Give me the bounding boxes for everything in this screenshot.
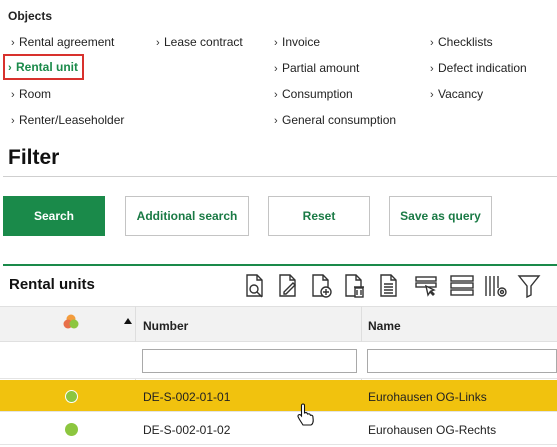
column-header-name[interactable]: Name: [368, 319, 401, 333]
link-label: Partial amount: [282, 61, 360, 75]
status-indicator: [65, 390, 78, 403]
link-label: Consumption: [282, 87, 353, 101]
chevron-right-icon: ›: [430, 89, 434, 101]
column-settings-icon[interactable]: [484, 272, 508, 300]
link-checklists[interactable]: › Checklists: [430, 35, 493, 49]
name-filter-input[interactable]: [367, 349, 557, 373]
cell-name: Eurohausen OG-Rechts: [368, 423, 497, 437]
chevron-right-icon: ›: [11, 37, 15, 49]
link-rental-unit[interactable]: › Rental unit: [3, 54, 84, 80]
chevron-right-icon: ›: [8, 62, 12, 74]
reset-button[interactable]: Reset: [268, 196, 370, 236]
table-select-icon[interactable]: [414, 272, 438, 300]
status-indicator: [65, 423, 78, 436]
link-partial-amount[interactable]: › Partial amount: [274, 61, 359, 75]
grid-header-row: [0, 306, 557, 342]
link-label: Room: [19, 87, 52, 101]
link-label: Renter/Leaseholder: [19, 113, 125, 127]
link-label: Rental agreement: [19, 35, 115, 49]
table-row[interactable]: DE-S-002-01-01 Eurohausen OG-Links: [0, 380, 557, 412]
objects-heading: Objects: [8, 9, 53, 23]
link-label: Defect indication: [438, 61, 527, 75]
table-rows-icon[interactable]: [450, 272, 474, 300]
chevron-right-icon: ›: [274, 89, 278, 101]
document-delete-icon[interactable]: [343, 272, 367, 300]
status-column-icon[interactable]: [62, 313, 80, 329]
chevron-right-icon: ›: [274, 63, 278, 75]
divider: [3, 176, 557, 177]
link-lease-contract[interactable]: › Lease contract: [156, 35, 243, 49]
link-renter-leaseholder[interactable]: › Renter/Leaseholder: [11, 113, 124, 127]
chevron-right-icon: ›: [274, 115, 278, 127]
document-text-icon[interactable]: [377, 272, 401, 300]
link-rental-agreement[interactable]: › Rental agreement: [11, 35, 114, 49]
link-defect-indication[interactable]: › Defect indication: [430, 61, 527, 75]
grid-title: Rental units: [9, 276, 95, 293]
cell-number: DE-S-002-01-01: [143, 390, 231, 404]
chevron-right-icon: ›: [430, 37, 434, 49]
link-label: Invoice: [282, 35, 321, 49]
link-label: General consumption: [282, 113, 397, 127]
grid-divider: [3, 264, 557, 266]
save-as-query-button[interactable]: Save as query: [389, 196, 492, 236]
search-button[interactable]: Search: [3, 196, 105, 236]
column-header-number[interactable]: Number: [143, 319, 188, 333]
chevron-right-icon: ›: [156, 37, 160, 49]
sort-ascending-icon[interactable]: [124, 311, 132, 324]
link-consumption[interactable]: › Consumption: [274, 87, 353, 101]
link-label: Lease contract: [164, 35, 243, 49]
filter-heading: Filter: [8, 146, 60, 169]
cell-name: Eurohausen OG-Links: [368, 390, 487, 404]
link-label: Vacancy: [438, 87, 484, 101]
link-vacancy[interactable]: › Vacancy: [430, 87, 483, 101]
link-general-consumption[interactable]: › General consumption: [274, 113, 396, 127]
link-label: Checklists: [438, 35, 493, 49]
cell-number: DE-S-002-01-02: [143, 423, 231, 437]
filter-funnel-icon[interactable]: [517, 272, 541, 300]
link-label: Rental unit: [16, 60, 78, 74]
chevron-right-icon: ›: [11, 89, 15, 101]
number-filter-input[interactable]: [142, 349, 357, 373]
chevron-right-icon: ›: [274, 37, 278, 49]
chevron-right-icon: ›: [430, 63, 434, 75]
document-search-icon[interactable]: [243, 272, 267, 300]
additional-search-button[interactable]: Additional search: [125, 196, 249, 236]
link-room[interactable]: › Room: [11, 87, 51, 101]
document-edit-icon[interactable]: [276, 272, 300, 300]
link-invoice[interactable]: › Invoice: [274, 35, 320, 49]
chevron-right-icon: ›: [11, 115, 15, 127]
table-row[interactable]: DE-S-002-01-02 Eurohausen OG-Rechts: [0, 413, 557, 445]
document-add-icon[interactable]: [310, 272, 334, 300]
